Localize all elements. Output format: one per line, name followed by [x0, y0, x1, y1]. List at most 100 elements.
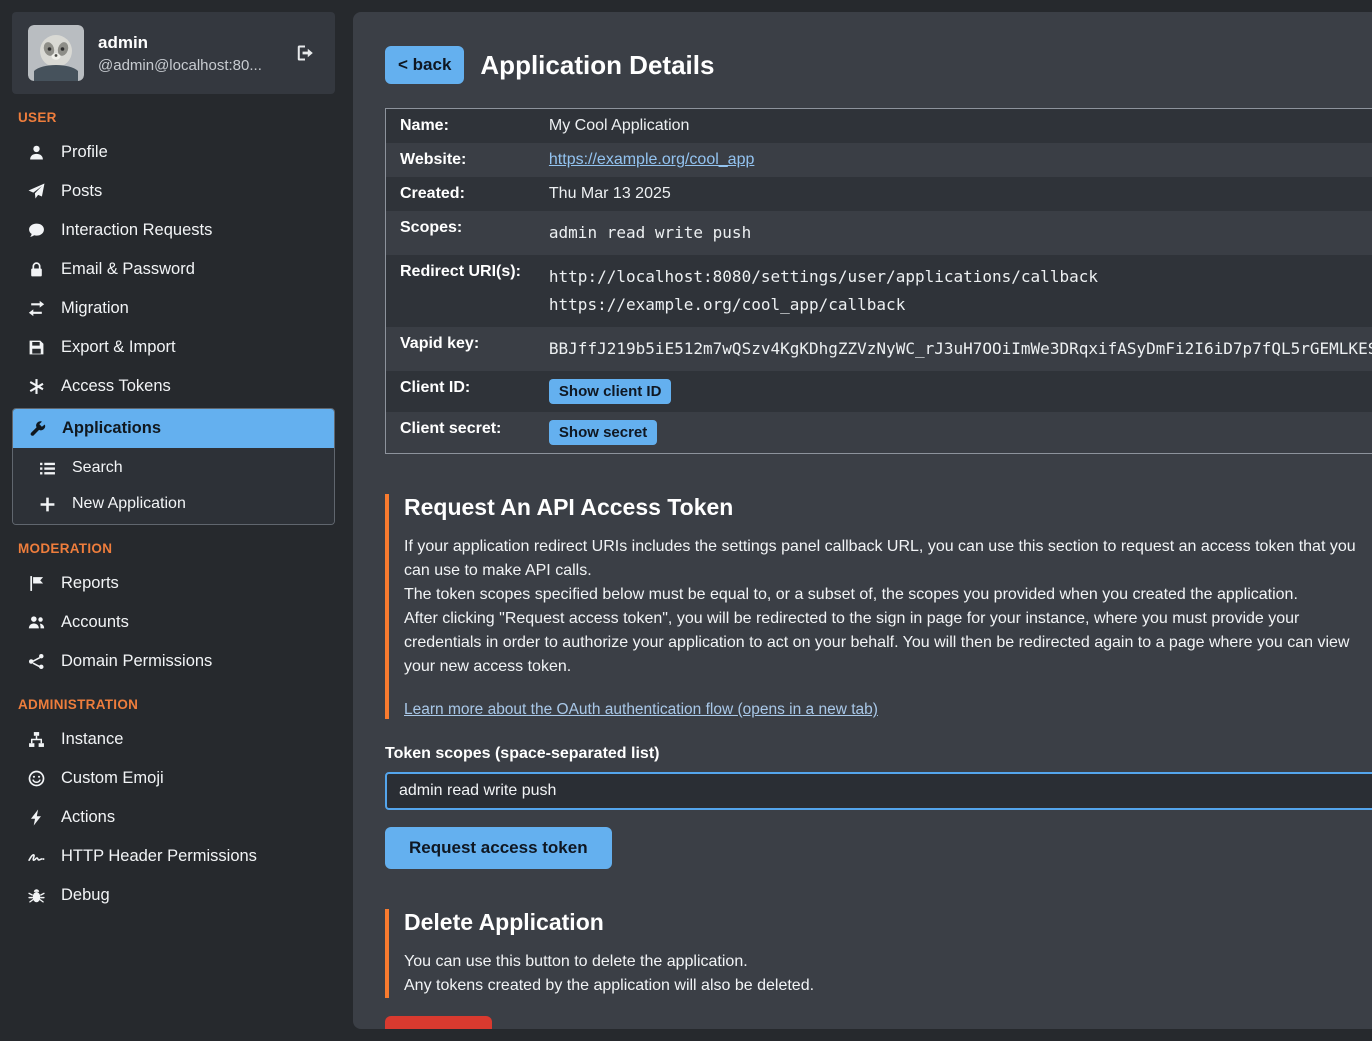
user-name: admin	[98, 33, 262, 53]
show-client-id-button[interactable]: Show client ID	[549, 379, 672, 404]
sidebar-item-label: Applications	[62, 419, 161, 438]
detail-label: Client ID:	[386, 371, 535, 412]
request-token-paragraph: After clicking "Request access token", y…	[404, 607, 1364, 679]
sidebar-item-label: Email & Password	[61, 260, 195, 279]
detail-label: Client secret:	[386, 412, 535, 454]
page-header: < back Application Details	[385, 46, 1372, 84]
detail-value-created: Thu Mar 13 2025	[535, 177, 1372, 211]
sidebar-item-label: Accounts	[61, 613, 129, 632]
sidebar-item-label: Actions	[61, 808, 115, 827]
sidebar-item-profile[interactable]: Profile	[12, 133, 335, 172]
floppy-icon	[26, 339, 46, 356]
detail-label: Vapid key:	[386, 327, 535, 371]
sidebar-item-domain-permissions[interactable]: Domain Permissions	[12, 642, 335, 681]
sign-out-icon	[295, 42, 315, 64]
delete-application-heading: Delete Application	[404, 909, 1372, 936]
asterisk-icon	[26, 378, 46, 395]
avatar[interactable]	[28, 25, 84, 81]
detail-value-vapid-key: BBJffJ219b5iE512m7wQSzv4KgKDhgZZVzNyWC_r…	[535, 327, 1372, 371]
request-token-section: Request An API Access Token If your appl…	[385, 494, 1372, 719]
flag-icon	[26, 575, 46, 592]
sidebar-item-actions[interactable]: Actions	[12, 798, 335, 837]
users-icon	[26, 614, 46, 631]
delete-application-section: Delete Application You can use this butt…	[385, 909, 1372, 998]
sidebar-item-label: Access Tokens	[61, 377, 171, 396]
sidebar-item-custom-emoji[interactable]: Custom Emoji	[12, 759, 335, 798]
sidebar-item-export-import[interactable]: Export & Import	[12, 328, 335, 367]
request-token-heading: Request An API Access Token	[404, 494, 1372, 521]
detail-label: Created:	[386, 177, 535, 211]
detail-label: Scopes:	[386, 211, 535, 255]
detail-value-redirect-uris: http://localhost:8080/settings/user/appl…	[535, 255, 1372, 327]
sidebar: admin @admin@localhost:80... USER Profil…	[0, 0, 345, 1041]
delete-info-line: Any tokens created by the application wi…	[404, 974, 1364, 998]
redirect-uri-line: https://example.org/cool_app/callback	[549, 291, 1372, 319]
sidebar-item-instance[interactable]: Instance	[12, 720, 335, 759]
signature-icon	[26, 848, 46, 865]
request-access-token-button[interactable]: Request access token	[385, 827, 612, 869]
sidebar-item-reports[interactable]: Reports	[12, 564, 335, 603]
sidebar-item-interaction-requests[interactable]: Interaction Requests	[12, 211, 335, 250]
content-panel: < back Application Details Name: My Cool…	[353, 12, 1372, 1029]
sidebar-item-label: Profile	[61, 143, 108, 162]
sidebar-item-label: Reports	[61, 574, 119, 593]
show-secret-button[interactable]: Show secret	[549, 420, 657, 445]
paper-plane-icon	[26, 183, 46, 200]
plus-icon	[37, 496, 57, 513]
detail-value-scopes: admin read write push	[535, 211, 1372, 255]
table-row: Created: Thu Mar 13 2025	[386, 177, 1372, 211]
user-card: admin @admin@localhost:80...	[12, 12, 335, 94]
sitemap-icon	[26, 731, 46, 748]
delete-button[interactable]: Delete	[385, 1016, 492, 1029]
sidebar-item-label: Interaction Requests	[61, 221, 212, 240]
smiley-icon	[26, 770, 46, 787]
sidebar-item-posts[interactable]: Posts	[12, 172, 335, 211]
page-title: Application Details	[480, 50, 714, 81]
sidebar-item-applications-search[interactable]: Search	[13, 450, 334, 486]
logout-button[interactable]	[291, 38, 319, 68]
applications-submenu: Search New Application	[13, 448, 334, 524]
sidebar-item-label: Domain Permissions	[61, 652, 212, 671]
user-icon	[26, 144, 46, 161]
sidebar-item-label: Custom Emoji	[61, 769, 164, 788]
detail-label: Website:	[386, 143, 535, 177]
main-area: < back Application Details Name: My Cool…	[345, 0, 1372, 1041]
table-row: Website: https://example.org/cool_app	[386, 143, 1372, 177]
wrench-icon	[27, 420, 47, 437]
sidebar-item-migration[interactable]: Migration	[12, 289, 335, 328]
table-row: Client ID: Show client ID	[386, 371, 1372, 412]
bug-icon	[26, 887, 46, 904]
table-row: Redirect URI(s): http://localhost:8080/s…	[386, 255, 1372, 327]
sidebar-item-email-password[interactable]: Email & Password	[12, 250, 335, 289]
section-label-user: USER	[18, 110, 329, 125]
sidebar-item-http-header-permissions[interactable]: HTTP Header Permissions	[12, 837, 335, 876]
sidebar-item-label: HTTP Header Permissions	[61, 847, 257, 866]
token-scopes-label: Token scopes (space-separated list)	[385, 745, 1372, 763]
detail-label: Name:	[386, 109, 535, 144]
redirect-uri-line: http://localhost:8080/settings/user/appl…	[549, 263, 1372, 291]
token-scopes-input[interactable]	[385, 772, 1372, 810]
sidebar-item-applications[interactable]: Applications	[13, 409, 334, 448]
sidebar-item-debug[interactable]: Debug	[12, 876, 335, 915]
website-link[interactable]: https://example.org/cool_app	[549, 151, 754, 168]
detail-label: Redirect URI(s):	[386, 255, 535, 327]
lock-icon	[26, 261, 46, 278]
sidebar-item-label: Instance	[61, 730, 123, 749]
share-nodes-icon	[26, 653, 46, 670]
sidebar-item-accounts[interactable]: Accounts	[12, 603, 335, 642]
list-icon	[37, 460, 57, 477]
back-button[interactable]: < back	[385, 46, 464, 84]
sidebar-group-applications: Applications Search New Application	[12, 408, 335, 525]
sidebar-item-new-application[interactable]: New Application	[13, 486, 334, 522]
sidebar-item-label: Posts	[61, 182, 102, 201]
exchange-icon	[26, 300, 46, 317]
oauth-docs-link[interactable]: Learn more about the OAuth authenticatio…	[404, 701, 878, 719]
delete-info-line: You can use this button to delete the ap…	[404, 950, 1364, 974]
section-label-administration: ADMINISTRATION	[18, 697, 329, 712]
sidebar-item-label: Migration	[61, 299, 129, 318]
request-token-paragraph: The token scopes specified below must be…	[404, 583, 1364, 607]
sidebar-item-access-tokens[interactable]: Access Tokens	[12, 367, 335, 406]
table-row: Vapid key: BBJffJ219b5iE512m7wQSzv4KgKDh…	[386, 327, 1372, 371]
sidebar-item-label: New Application	[72, 495, 186, 513]
section-label-moderation: MODERATION	[18, 541, 329, 556]
